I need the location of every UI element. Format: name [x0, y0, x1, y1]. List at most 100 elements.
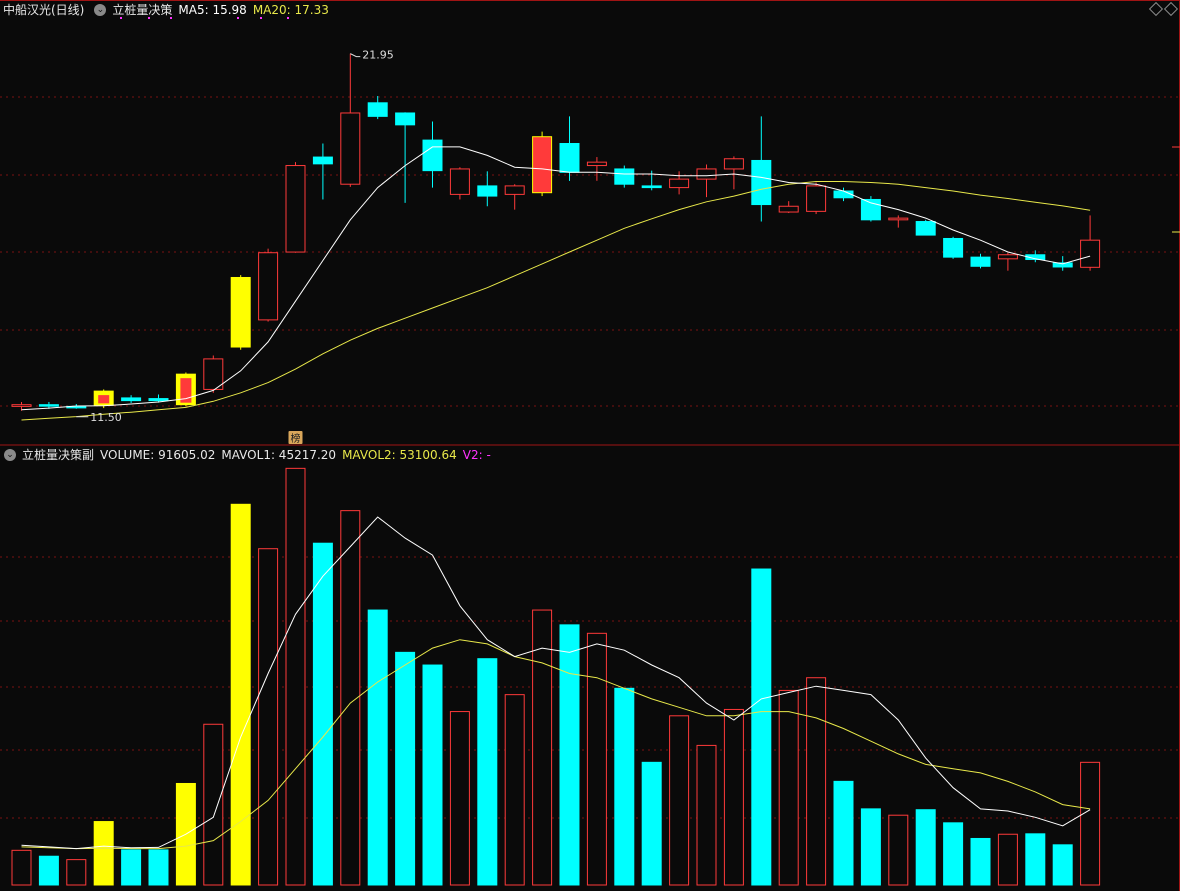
- candle[interactable]: [258, 248, 279, 322]
- volume-bar[interactable]: [641, 761, 662, 886]
- candle-body: [915, 221, 936, 236]
- candle[interactable]: [504, 184, 525, 210]
- candle[interactable]: [888, 215, 909, 228]
- volume-bar[interactable]: [751, 568, 772, 886]
- volume-bar[interactable]: [723, 708, 744, 886]
- volume-bar[interactable]: [1052, 844, 1073, 886]
- volume-bar[interactable]: [11, 849, 32, 886]
- candle[interactable]: [943, 236, 964, 259]
- price-panel[interactable]: [11, 53, 1101, 421]
- candle-body: [997, 254, 1018, 260]
- volume-bar[interactable]: [395, 651, 416, 886]
- sub-indicator-name-label[interactable]: 立桩量决策副: [22, 446, 94, 464]
- candle-body: [532, 136, 553, 194]
- volume-bar[interactable]: [586, 632, 607, 886]
- candle[interactable]: [806, 182, 827, 215]
- indicator-name-label[interactable]: 立桩量决策: [112, 1, 172, 19]
- volume-bar[interactable]: [669, 715, 690, 886]
- candle[interactable]: [751, 116, 772, 222]
- volume-bar[interactable]: [1080, 761, 1101, 886]
- volume-bar[interactable]: [915, 809, 936, 886]
- candle[interactable]: [915, 219, 936, 236]
- candle-body: [943, 237, 964, 258]
- volume-bar[interactable]: [833, 780, 854, 886]
- stock-name-label: 中船汉光(日线): [3, 3, 85, 17]
- candle[interactable]: [723, 156, 744, 190]
- candle-body: [312, 156, 333, 165]
- candle[interactable]: [696, 164, 717, 198]
- candle[interactable]: [422, 121, 443, 188]
- candle[interactable]: [312, 143, 333, 200]
- candle[interactable]: [997, 252, 1018, 271]
- candle-body: [121, 397, 142, 402]
- volume-bar[interactable]: [203, 723, 224, 886]
- volume-panel[interactable]: [11, 467, 1101, 886]
- candle[interactable]: [203, 355, 224, 393]
- candle-body: [395, 112, 416, 126]
- volume-bar[interactable]: [148, 849, 169, 886]
- candle-body: [586, 161, 607, 167]
- volume-bar[interactable]: [943, 822, 964, 886]
- volume-bar[interactable]: [614, 687, 635, 886]
- candle-body: [751, 159, 772, 206]
- candle[interactable]: [970, 253, 991, 269]
- candle-body: [11, 404, 32, 407]
- volume-bar[interactable]: [66, 859, 87, 886]
- rank-badge-label: 榜: [291, 432, 301, 445]
- volume-bar[interactable]: [696, 744, 717, 886]
- volume-bar[interactable]: [367, 609, 388, 886]
- mavol2-label: MAVOL2: 53100.64: [342, 448, 457, 462]
- candle[interactable]: [230, 275, 251, 350]
- volume-label: VOLUME: 91605.02: [100, 448, 216, 462]
- candle-body: [367, 102, 388, 117]
- volume-bar[interactable]: [93, 821, 114, 886]
- volume-bar[interactable]: [860, 808, 881, 886]
- volume-bar[interactable]: [504, 694, 525, 886]
- volume-bar[interactable]: [888, 814, 909, 886]
- candle-body: [1080, 239, 1101, 268]
- volume-bar[interactable]: [970, 837, 991, 886]
- candle-body: [723, 158, 744, 170]
- volume-bar[interactable]: [121, 849, 142, 886]
- volume-bar[interactable]: [559, 624, 580, 886]
- volume-bar[interactable]: [230, 503, 251, 886]
- candle[interactable]: [395, 112, 416, 203]
- candle[interactable]: [449, 167, 470, 200]
- volume-bar[interactable]: [422, 664, 443, 886]
- candle[interactable]: [477, 171, 498, 207]
- volume-bar[interactable]: [258, 548, 279, 886]
- candle[interactable]: [778, 201, 799, 214]
- volume-bar[interactable]: [477, 658, 498, 886]
- candle-body: [203, 358, 224, 390]
- candle-body: [258, 252, 279, 321]
- candle-body: [477, 185, 498, 197]
- candle[interactable]: [614, 165, 635, 188]
- candle-body: [970, 256, 991, 267]
- volume-bar[interactable]: [1025, 833, 1046, 886]
- candle[interactable]: [175, 372, 196, 407]
- volume-bar[interactable]: [806, 677, 827, 886]
- volume-bar[interactable]: [38, 855, 59, 886]
- candle[interactable]: [586, 157, 607, 181]
- candle[interactable]: [285, 162, 306, 253]
- volume-bar[interactable]: [997, 833, 1018, 886]
- volume-bar[interactable]: [285, 467, 306, 886]
- price-panel-header: 中船汉光(日线) ⌄ 立桩量决策 MA5: 15.98 MA20: 17.33: [0, 1, 335, 19]
- candle-body: [285, 165, 306, 253]
- candle-body: [449, 168, 470, 195]
- chevron-down-icon[interactable]: ⌄: [4, 449, 16, 461]
- candle[interactable]: [121, 395, 142, 403]
- candle-body: [696, 168, 717, 180]
- volume-bar[interactable]: [449, 711, 470, 886]
- volume-bar[interactable]: [778, 689, 799, 886]
- candle-body: [38, 404, 59, 407]
- high-price-marker: [350, 53, 361, 58]
- chevron-down-icon[interactable]: ⌄: [94, 4, 107, 16]
- candle[interactable]: [340, 53, 361, 187]
- ma5-label: MA5: 15.98: [178, 3, 247, 17]
- candle[interactable]: [367, 96, 388, 120]
- volume-bar[interactable]: [312, 542, 333, 886]
- candle[interactable]: [1080, 215, 1101, 271]
- volume-bar[interactable]: [532, 609, 553, 886]
- candle[interactable]: [532, 131, 553, 197]
